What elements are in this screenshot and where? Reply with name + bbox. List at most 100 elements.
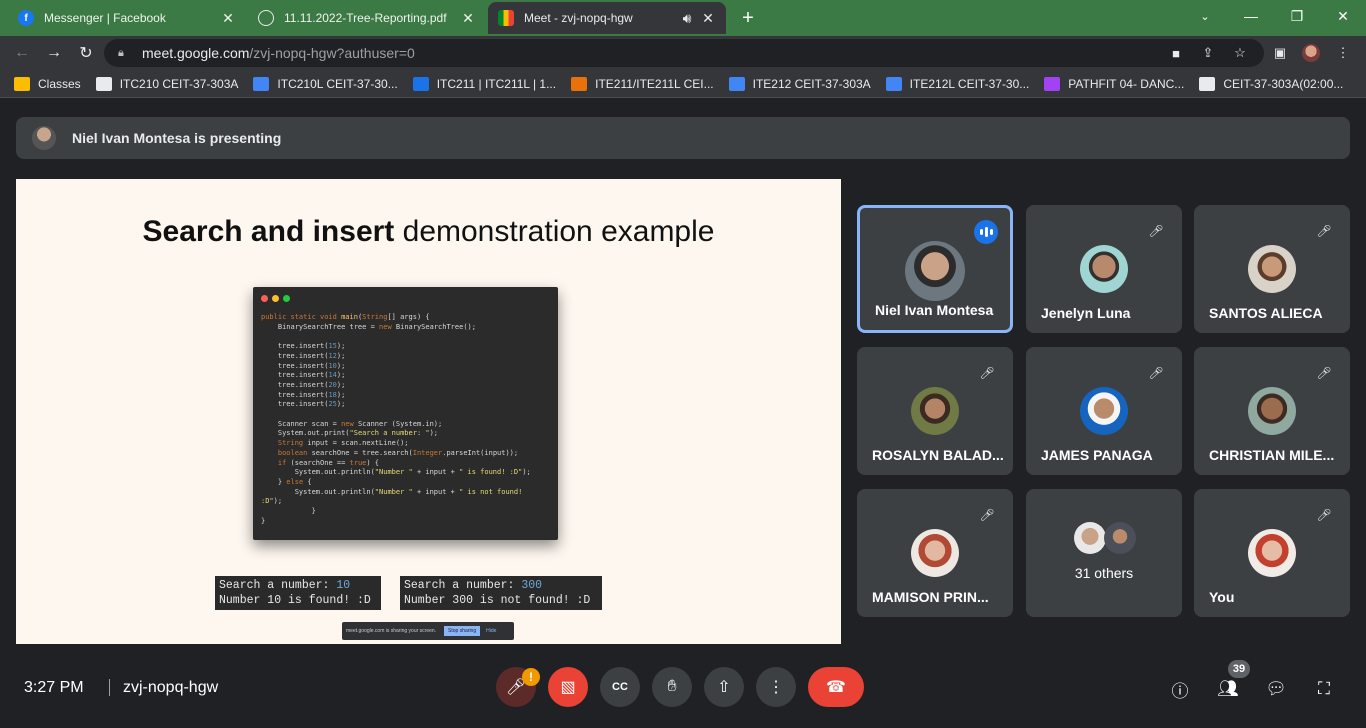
- console-output-not-found: Search a number: 300 Number 300 is not f…: [400, 576, 602, 610]
- hand-icon: ✋︎: [667, 678, 677, 695]
- minimize-button[interactable]: —: [1228, 0, 1274, 32]
- address-bar[interactable]: 🔒︎ meet.google.com/zvj-nopq-hgw?authuser…: [104, 39, 1264, 67]
- participant-tile[interactable]: Niel Ivan Montesa: [857, 205, 1013, 333]
- back-button[interactable]: ←: [9, 40, 35, 66]
- console-output-found: Search a number: 10 Number 10 is found! …: [215, 576, 381, 610]
- present-now-button[interactable]: ⇧: [704, 667, 744, 707]
- participant-tile-others[interactable]: 31 others: [1026, 489, 1182, 617]
- activities-icon[interactable]: ⛶: [1312, 677, 1336, 701]
- speaking-indicator-icon: [974, 220, 998, 244]
- side-panel-icon[interactable]: ▣: [1271, 44, 1289, 62]
- end-call-icon: ☎︎: [826, 679, 846, 696]
- console-prompt: Search a number:: [404, 579, 522, 592]
- tab-messenger[interactable]: f Messenger | Facebook ✕: [8, 2, 246, 34]
- bookmark-label: PATHFIT 04- DANC...: [1068, 76, 1185, 91]
- more-vert-icon: ⋮: [768, 679, 784, 696]
- participant-name: CHRISTIAN MILE...: [1209, 447, 1335, 463]
- participant-tile[interactable]: 🎤︎ Jenelyn Luna: [1026, 205, 1182, 333]
- browser-tab-strip: f Messenger | Facebook ✕ 11.11.2022-Tree…: [0, 0, 1366, 36]
- speaker-icon[interactable]: 🔊︎: [674, 10, 700, 27]
- person-icon: [253, 76, 270, 91]
- clock-time: 3:27 PM: [24, 679, 84, 696]
- tab-meet[interactable]: Meet - zvj-nopq-hgw 🔊︎ ✕: [488, 2, 726, 34]
- participant-tile[interactable]: 🎤︎ CHRISTIAN MILE...: [1194, 347, 1350, 475]
- more-options-button[interactable]: ⋮: [756, 667, 796, 707]
- raise-hand-button[interactable]: ✋︎: [652, 667, 692, 707]
- new-tab-button[interactable]: +: [735, 2, 761, 34]
- menu-kebab-icon[interactable]: ⋮: [1334, 44, 1352, 62]
- meeting-details-info-icon[interactable]: ⓘ: [1168, 677, 1192, 701]
- reload-button[interactable]: ↻: [73, 40, 99, 66]
- participant-avatar: [905, 241, 965, 301]
- camera-toggle-button[interactable]: ▧: [548, 667, 588, 707]
- participant-tile-self[interactable]: 🎤︎ You: [1194, 489, 1350, 617]
- captions-icon: CC: [612, 681, 628, 693]
- participant-avatar: [1074, 522, 1106, 554]
- participant-name: JAMES PANAGA: [1041, 447, 1153, 463]
- camera-in-use-icon[interactable]: ■: [1167, 44, 1185, 62]
- participant-tile[interactable]: 🎤︎ ROSALYN BALAD...: [857, 347, 1013, 475]
- profile-avatar[interactable]: [1302, 44, 1320, 62]
- captions-button[interactable]: CC: [600, 667, 640, 707]
- meeting-control-bar: 3:27 PM zvj-nopq-hgw 🎤︎ ! ▧ CC ✋︎ ⇧ ⋮ ☎︎…: [0, 660, 1366, 728]
- bookmark-itc210[interactable]: ITC210 CEIT-37-303A: [95, 76, 238, 91]
- meeting-code: zvj-nopq-hgw: [109, 679, 218, 696]
- close-tab-icon[interactable]: ✕: [700, 10, 716, 27]
- bookmark-classes[interactable]: Classes: [14, 76, 81, 91]
- bookmark-label: ITE211/ITE211L CEI...: [595, 76, 714, 91]
- tab-title: Meet - zvj-nopq-hgw: [524, 11, 633, 25]
- restore-button[interactable]: ❐: [1274, 0, 1320, 32]
- participant-tile[interactable]: 🎤︎ MAMISON PRIN...: [857, 489, 1013, 617]
- participant-tile[interactable]: 🎤︎ SANTOS ALIECA: [1194, 205, 1350, 333]
- bookmark-ite211[interactable]: ITE211/ITE211L CEI...: [571, 76, 714, 91]
- person-icon: [1044, 76, 1061, 91]
- participant-name: ROSALYN BALAD...: [872, 447, 1004, 463]
- hide-button: Hide: [486, 628, 497, 634]
- console-input: 300: [521, 579, 543, 592]
- console-prompt: Search a number:: [219, 579, 337, 592]
- close-tab-icon[interactable]: ✕: [460, 10, 476, 27]
- warning-badge: !: [522, 668, 540, 686]
- console-result: Number 10 is found! :D: [219, 594, 371, 607]
- globe-icon: [258, 10, 274, 26]
- bookmark-label: CEIT-37-303A(02:00...: [1223, 76, 1344, 91]
- mic-off-icon: 🎤︎: [1148, 224, 1164, 238]
- chat-icon[interactable]: 💬︎: [1264, 677, 1288, 701]
- close-window-button[interactable]: ✕: [1320, 0, 1366, 32]
- people-icon[interactable]: 👥︎: [1216, 677, 1240, 701]
- participant-tile[interactable]: 🎤︎ JAMES PANAGA: [1026, 347, 1182, 475]
- close-tab-icon[interactable]: ✕: [220, 10, 236, 27]
- mic-off-icon: 🎤︎: [1316, 224, 1332, 238]
- forward-button[interactable]: →: [41, 40, 67, 66]
- mic-off-icon: 🎤︎: [1316, 366, 1332, 380]
- tab-search-chevron-icon[interactable]: ⌄: [1182, 0, 1228, 32]
- leave-call-button[interactable]: ☎︎: [808, 667, 864, 707]
- slide-title: Search and insert demonstration example: [16, 215, 841, 249]
- tab-pdf[interactable]: 11.11.2022-Tree-Reporting.pdf ✕: [248, 2, 486, 34]
- bookmark-star-icon[interactable]: ☆: [1231, 44, 1249, 62]
- participant-avatar: [1248, 387, 1296, 435]
- person-icon: [728, 76, 745, 91]
- present-icon: ⇧: [717, 679, 731, 696]
- stop-sharing-button: Stop sharing: [444, 626, 481, 636]
- presenting-banner: Niel Ivan Montesa is presenting: [16, 117, 1350, 159]
- participant-avatar: [1248, 245, 1296, 293]
- bookmark-ceit[interactable]: CEIT-37-303A(02:00...: [1199, 76, 1344, 91]
- presentation-stage[interactable]: Search and insert demonstration example …: [16, 179, 841, 644]
- bookmark-label: ITC210L CEIT-37-30...: [277, 76, 398, 91]
- code-block: public static void main(String[] args) {…: [261, 313, 531, 525]
- lock-icon[interactable]: 🔒︎: [118, 47, 132, 60]
- bookmark-pathfit[interactable]: PATHFIT 04- DANC...: [1044, 76, 1185, 91]
- bookmark-ite212[interactable]: ITE212 CEIT-37-303A: [728, 76, 871, 91]
- bookmark-itc210l[interactable]: ITC210L CEIT-37-30...: [253, 76, 398, 91]
- screen-share-notice: meet.google.com is sharing your screen. …: [342, 622, 514, 640]
- others-count: 31 others: [1074, 565, 1134, 581]
- share-icon[interactable]: ⇪: [1199, 44, 1217, 62]
- slide-title-bold: Search and insert: [142, 215, 395, 248]
- url-path: /zvj-nopq-hgw?authuser=0: [249, 45, 415, 61]
- participant-avatar: [1104, 522, 1136, 554]
- bookmark-ite212l[interactable]: ITE212L CEIT-37-30...: [885, 76, 1029, 91]
- share-notice-text: meet.google.com is sharing your screen.: [346, 628, 437, 634]
- bookmark-itc211[interactable]: ITC211 | ITC211L | 1...: [412, 76, 556, 91]
- console-input: 10: [336, 579, 351, 592]
